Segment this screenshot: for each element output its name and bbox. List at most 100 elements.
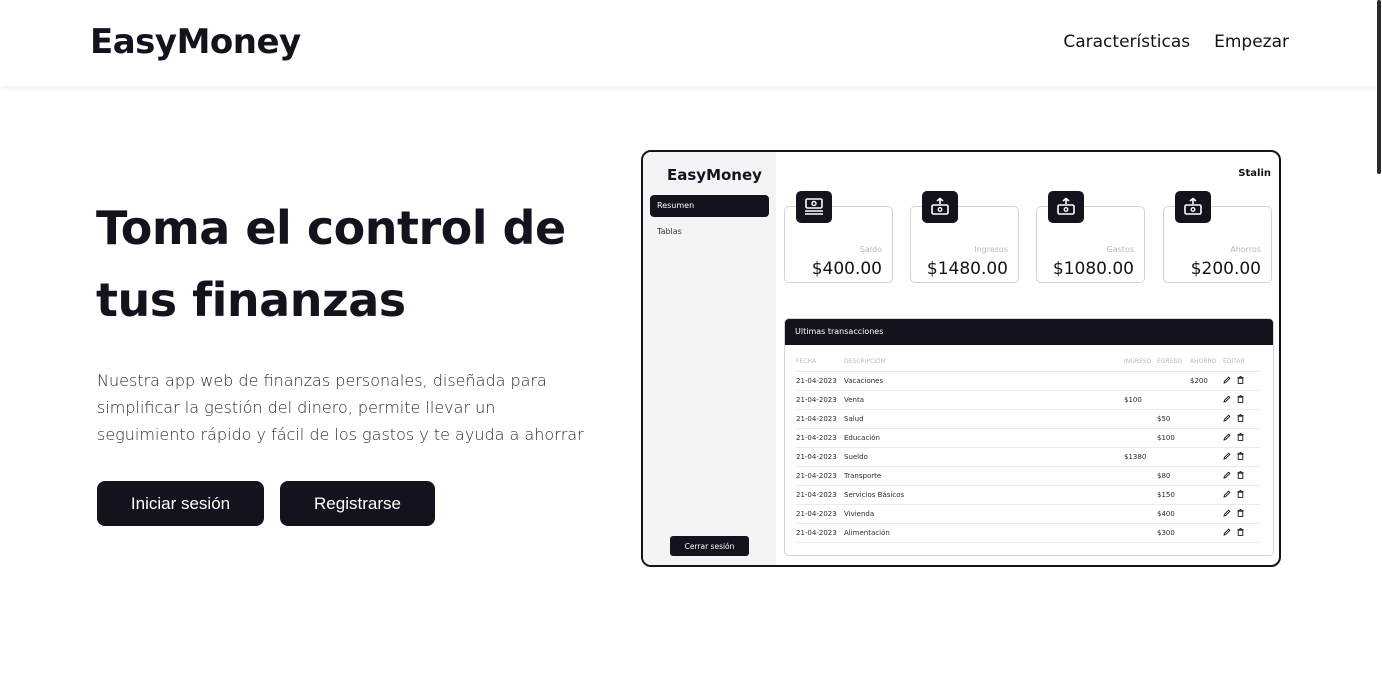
card-ahorros: Ahorros $200.00 <box>1163 191 1272 283</box>
cell-editar <box>1223 504 1260 524</box>
card-value: $1080.00 <box>1052 259 1134 279</box>
preview-menu-resumen: Resumen <box>650 195 769 217</box>
pencil-icon[interactable] <box>1223 414 1231 422</box>
cell-egreso <box>1157 371 1190 391</box>
cell-fecha: 21-04-2023 <box>796 485 844 505</box>
table-header-row: FECHA DESCRIPCIÓN INGRESO EGRESO AHORRO … <box>796 353 1260 372</box>
column-header: AHORRO <box>1190 353 1223 372</box>
cell-fecha: 21-04-2023 <box>796 466 844 486</box>
table-row: 21-04-2023 Vivienda $400 <box>796 504 1260 524</box>
trash-icon[interactable] <box>1237 432 1244 441</box>
cell-egreso: $50 <box>1157 409 1190 429</box>
hero-title: Toma el control de tus finanzas <box>96 201 566 327</box>
cell-egreso <box>1157 390 1190 410</box>
pencil-icon[interactable] <box>1223 471 1231 479</box>
cell-egreso: $80 <box>1157 466 1190 486</box>
table-row: 21-04-2023 Alimentación $300 <box>796 523 1260 543</box>
table-row: 21-04-2023 Educación $100 <box>796 428 1260 448</box>
page-scrollbar[interactable] <box>1376 0 1382 678</box>
cell-editar <box>1223 466 1260 486</box>
table-row: 21-04-2023 Servicios Básicos $150 <box>796 485 1260 505</box>
preview-sidebar: EasyMoney Resumen Tablas Cerrar sesión <box>643 152 776 565</box>
table-row: 21-04-2023 Sueldo $1380 <box>796 447 1260 467</box>
cell-descripcion: Alimentación <box>844 523 1124 543</box>
cell-editar <box>1223 447 1260 467</box>
cell-descripcion: Sueldo <box>844 447 1124 467</box>
trash-icon[interactable] <box>1237 508 1244 517</box>
trash-icon[interactable] <box>1237 413 1244 422</box>
card-value: $1480.00 <box>926 259 1008 279</box>
trash-icon[interactable] <box>1237 470 1244 479</box>
trash-icon[interactable] <box>1237 489 1244 498</box>
transactions-table: FECHA DESCRIPCIÓN INGRESO EGRESO AHORRO … <box>796 353 1260 543</box>
cell-egreso: $100 <box>1157 428 1190 448</box>
cell-fecha: 21-04-2023 <box>796 390 844 410</box>
cell-ingreso <box>1124 428 1157 448</box>
cell-ingreso: $1380 <box>1124 447 1157 467</box>
table-row: 21-04-2023 Salud $50 <box>796 409 1260 429</box>
cell-ahorro <box>1190 504 1223 524</box>
pencil-icon[interactable] <box>1223 395 1231 403</box>
cell-editar <box>1223 428 1260 448</box>
pencil-icon[interactable] <box>1223 528 1231 536</box>
cell-egreso <box>1157 447 1190 467</box>
nav-link-caracteristicas[interactable]: Características <box>1063 32 1190 52</box>
card-value: $200.00 <box>1190 259 1261 279</box>
cell-fecha: 21-04-2023 <box>796 371 844 391</box>
cell-descripcion: Transporte <box>844 466 1124 486</box>
preview-menu-tablas: Tablas <box>657 227 682 236</box>
savings-icon <box>1175 191 1211 223</box>
cell-ingreso <box>1124 485 1157 505</box>
card-value: $400.00 <box>811 259 882 279</box>
pencil-icon[interactable] <box>1223 490 1231 498</box>
cell-ahorro: $200 <box>1190 371 1223 391</box>
pencil-icon[interactable] <box>1223 376 1231 384</box>
cell-ahorro <box>1190 409 1223 429</box>
cell-editar <box>1223 390 1260 410</box>
expense-icon <box>1048 191 1084 223</box>
cell-egreso: $400 <box>1157 504 1190 524</box>
card-label: Saldo <box>859 245 882 254</box>
cell-editar <box>1223 371 1260 391</box>
column-header: FECHA <box>796 353 844 372</box>
brand-logo[interactable]: EasyMoney <box>90 22 301 62</box>
pencil-icon[interactable] <box>1223 452 1231 460</box>
nav-link-empezar[interactable]: Empezar <box>1214 32 1289 52</box>
cell-editar <box>1223 523 1260 543</box>
cell-fecha: 21-04-2023 <box>796 504 844 524</box>
hero-description: Nuestra app web de finanzas personales, … <box>97 371 584 444</box>
cell-descripcion: Salud <box>844 409 1124 429</box>
cell-ingreso <box>1124 523 1157 543</box>
cell-editar <box>1223 485 1260 505</box>
preview-logout-button: Cerrar sesión <box>670 536 749 556</box>
money-icon <box>796 191 832 223</box>
cell-ingreso <box>1124 466 1157 486</box>
income-icon <box>922 191 958 223</box>
table-row: 21-04-2023 Transporte $80 <box>796 466 1260 486</box>
cell-ahorro <box>1190 523 1223 543</box>
cell-descripcion: Venta <box>844 390 1124 410</box>
preview-username: Stalin <box>1238 168 1271 179</box>
dashboard-preview: EasyMoney Resumen Tablas Cerrar sesión S… <box>641 150 1281 567</box>
trash-icon[interactable] <box>1237 527 1244 536</box>
pencil-icon[interactable] <box>1223 509 1231 517</box>
trash-icon[interactable] <box>1237 375 1244 384</box>
cell-egreso: $300 <box>1157 523 1190 543</box>
cell-ahorro <box>1190 390 1223 410</box>
register-button[interactable]: Registrarse <box>280 481 435 526</box>
pencil-icon[interactable] <box>1223 433 1231 441</box>
cell-fecha: 21-04-2023 <box>796 523 844 543</box>
table-row: 21-04-2023 Venta $100 <box>796 390 1260 410</box>
cell-descripcion: Vivienda <box>844 504 1124 524</box>
preview-brand: EasyMoney <box>667 166 762 184</box>
login-button[interactable]: Iniciar sesión <box>97 481 264 526</box>
trash-icon[interactable] <box>1237 451 1244 460</box>
cell-descripcion: Vacaciones <box>844 371 1124 391</box>
cell-ingreso <box>1124 504 1157 524</box>
table-row: 21-04-2023 Vacaciones $200 <box>796 371 1260 391</box>
cell-ahorro <box>1190 428 1223 448</box>
cell-ahorro <box>1190 485 1223 505</box>
cell-editar <box>1223 409 1260 429</box>
scrollbar-thumb[interactable] <box>1377 0 1381 174</box>
trash-icon[interactable] <box>1237 394 1244 403</box>
